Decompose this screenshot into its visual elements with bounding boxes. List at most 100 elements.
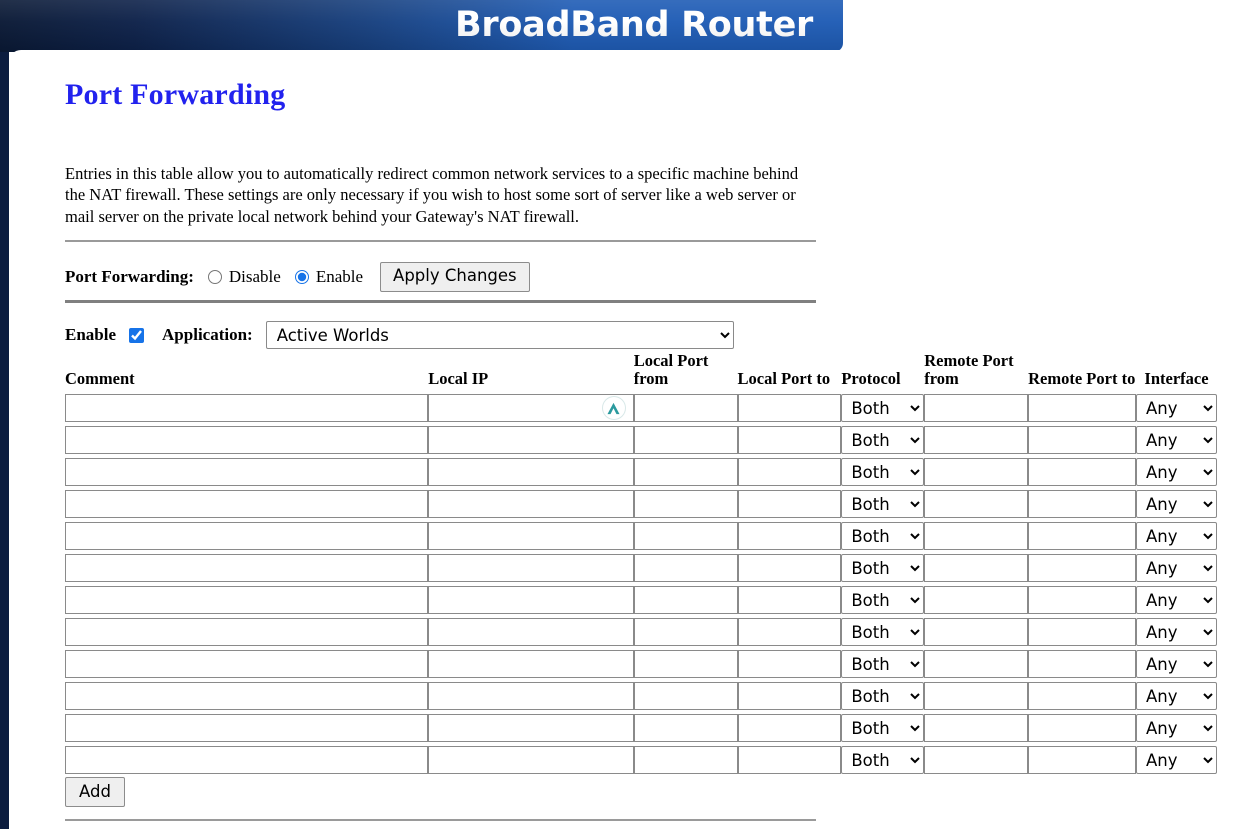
remote-port-from-input[interactable] <box>924 426 1029 454</box>
interface-select[interactable]: Any <box>1135 650 1217 678</box>
remote-port-to-input[interactable] <box>1028 522 1136 550</box>
local-port-from-input[interactable] <box>633 458 738 486</box>
local-ip-input[interactable] <box>428 714 634 742</box>
remote-port-to-input[interactable] <box>1028 714 1136 742</box>
remote-port-to-input[interactable] <box>1028 618 1136 646</box>
local-port-to-input[interactable] <box>737 586 842 614</box>
protocol-select[interactable]: BothTCPUDP <box>841 650 925 678</box>
comment-input[interactable] <box>65 714 429 742</box>
protocol-select[interactable]: BothTCPUDP <box>841 394 925 422</box>
remote-port-from-input[interactable] <box>924 714 1029 742</box>
comment-input[interactable] <box>65 490 429 518</box>
protocol-select[interactable]: BothTCPUDP <box>841 458 925 486</box>
remote-port-from-input[interactable] <box>924 490 1029 518</box>
local-port-from-input[interactable] <box>633 522 738 550</box>
remote-port-to-input[interactable] <box>1028 394 1136 422</box>
protocol-select[interactable]: BothTCPUDP <box>841 682 925 710</box>
port-forwarding-disable-radio[interactable] <box>207 270 222 284</box>
interface-select[interactable]: Any <box>1135 394 1217 422</box>
local-ip-input[interactable] <box>428 490 634 518</box>
remote-port-to-input[interactable] <box>1028 586 1136 614</box>
local-port-from-input[interactable] <box>633 586 738 614</box>
local-port-from-input[interactable] <box>633 618 738 646</box>
comment-input[interactable] <box>65 522 429 550</box>
local-ip-input[interactable] <box>428 586 634 614</box>
remote-port-from-input[interactable] <box>924 554 1029 582</box>
apply-changes-button[interactable]: Apply Changes <box>380 262 530 292</box>
comment-input[interactable] <box>65 554 429 582</box>
interface-select[interactable]: Any <box>1135 490 1217 518</box>
port-forwarding-disable-option[interactable]: Disable <box>207 267 281 287</box>
local-port-from-input[interactable] <box>633 554 738 582</box>
local-port-to-input[interactable] <box>737 458 842 486</box>
local-port-to-input[interactable] <box>737 490 842 518</box>
comment-input[interactable] <box>65 586 429 614</box>
protocol-select[interactable]: BothTCPUDP <box>841 586 925 614</box>
remote-port-to-input[interactable] <box>1028 682 1136 710</box>
remote-port-from-input[interactable] <box>924 458 1029 486</box>
local-ip-input[interactable] <box>428 746 634 774</box>
local-port-from-input[interactable] <box>633 426 738 454</box>
protocol-select[interactable]: BothTCPUDP <box>841 746 925 774</box>
local-port-from-input[interactable] <box>633 490 738 518</box>
interface-select[interactable]: Any <box>1135 682 1217 710</box>
local-port-from-input[interactable] <box>633 714 738 742</box>
local-ip-input[interactable] <box>428 650 634 678</box>
local-port-to-input[interactable] <box>737 746 842 774</box>
local-port-to-input[interactable] <box>737 522 842 550</box>
local-port-to-input[interactable] <box>737 618 842 646</box>
remote-port-to-input[interactable] <box>1028 554 1136 582</box>
interface-select[interactable]: Any <box>1135 586 1217 614</box>
protocol-select[interactable]: BothTCPUDP <box>841 714 925 742</box>
remote-port-from-input[interactable] <box>924 746 1029 774</box>
remote-port-from-input[interactable] <box>924 394 1029 422</box>
comment-input[interactable] <box>65 458 429 486</box>
comment-input[interactable] <box>65 650 429 678</box>
local-ip-input[interactable] <box>428 458 634 486</box>
interface-select[interactable]: Any <box>1135 522 1217 550</box>
port-forwarding-enable-option[interactable]: Enable <box>294 267 363 287</box>
local-port-from-input[interactable] <box>633 682 738 710</box>
remote-port-from-input[interactable] <box>924 586 1029 614</box>
remote-port-to-input[interactable] <box>1028 490 1136 518</box>
remote-port-to-input[interactable] <box>1028 426 1136 454</box>
remote-port-to-input[interactable] <box>1028 650 1136 678</box>
local-ip-input[interactable] <box>428 682 634 710</box>
local-port-to-input[interactable] <box>737 714 842 742</box>
add-button[interactable]: Add <box>65 777 125 807</box>
application-select[interactable]: Active Worlds <box>265 321 734 349</box>
local-port-from-input[interactable] <box>633 746 738 774</box>
interface-select[interactable]: Any <box>1135 554 1217 582</box>
comment-input[interactable] <box>65 682 429 710</box>
comment-input[interactable] <box>65 746 429 774</box>
protocol-select[interactable]: BothTCPUDP <box>841 554 925 582</box>
remote-port-from-input[interactable] <box>924 618 1029 646</box>
remote-port-from-input[interactable] <box>924 522 1029 550</box>
interface-select[interactable]: Any <box>1135 746 1217 774</box>
interface-select[interactable]: Any <box>1135 618 1217 646</box>
local-ip-input[interactable] <box>428 522 634 550</box>
local-ip-input[interactable] <box>428 618 634 646</box>
protocol-select[interactable]: BothTCPUDP <box>841 618 925 646</box>
password-manager-autofill-icon[interactable] <box>602 397 625 419</box>
local-port-to-input[interactable] <box>737 426 842 454</box>
local-ip-input[interactable] <box>428 554 634 582</box>
interface-select[interactable]: Any <box>1135 458 1217 486</box>
protocol-select[interactable]: BothTCPUDP <box>841 490 925 518</box>
port-forwarding-enable-radio[interactable] <box>294 270 309 284</box>
enable-checkbox[interactable] <box>129 327 145 343</box>
remote-port-to-input[interactable] <box>1028 746 1136 774</box>
interface-select[interactable]: Any <box>1135 426 1217 454</box>
local-port-from-input[interactable] <box>633 650 738 678</box>
local-port-to-input[interactable] <box>737 554 842 582</box>
comment-input[interactable] <box>65 394 429 422</box>
protocol-select[interactable]: BothTCPUDP <box>841 426 925 454</box>
remote-port-to-input[interactable] <box>1028 458 1136 486</box>
local-port-to-input[interactable] <box>737 682 842 710</box>
local-ip-input[interactable] <box>428 426 634 454</box>
remote-port-from-input[interactable] <box>924 650 1029 678</box>
comment-input[interactable] <box>65 426 429 454</box>
local-port-to-input[interactable] <box>737 650 842 678</box>
comment-input[interactable] <box>65 618 429 646</box>
interface-select[interactable]: Any <box>1135 714 1217 742</box>
